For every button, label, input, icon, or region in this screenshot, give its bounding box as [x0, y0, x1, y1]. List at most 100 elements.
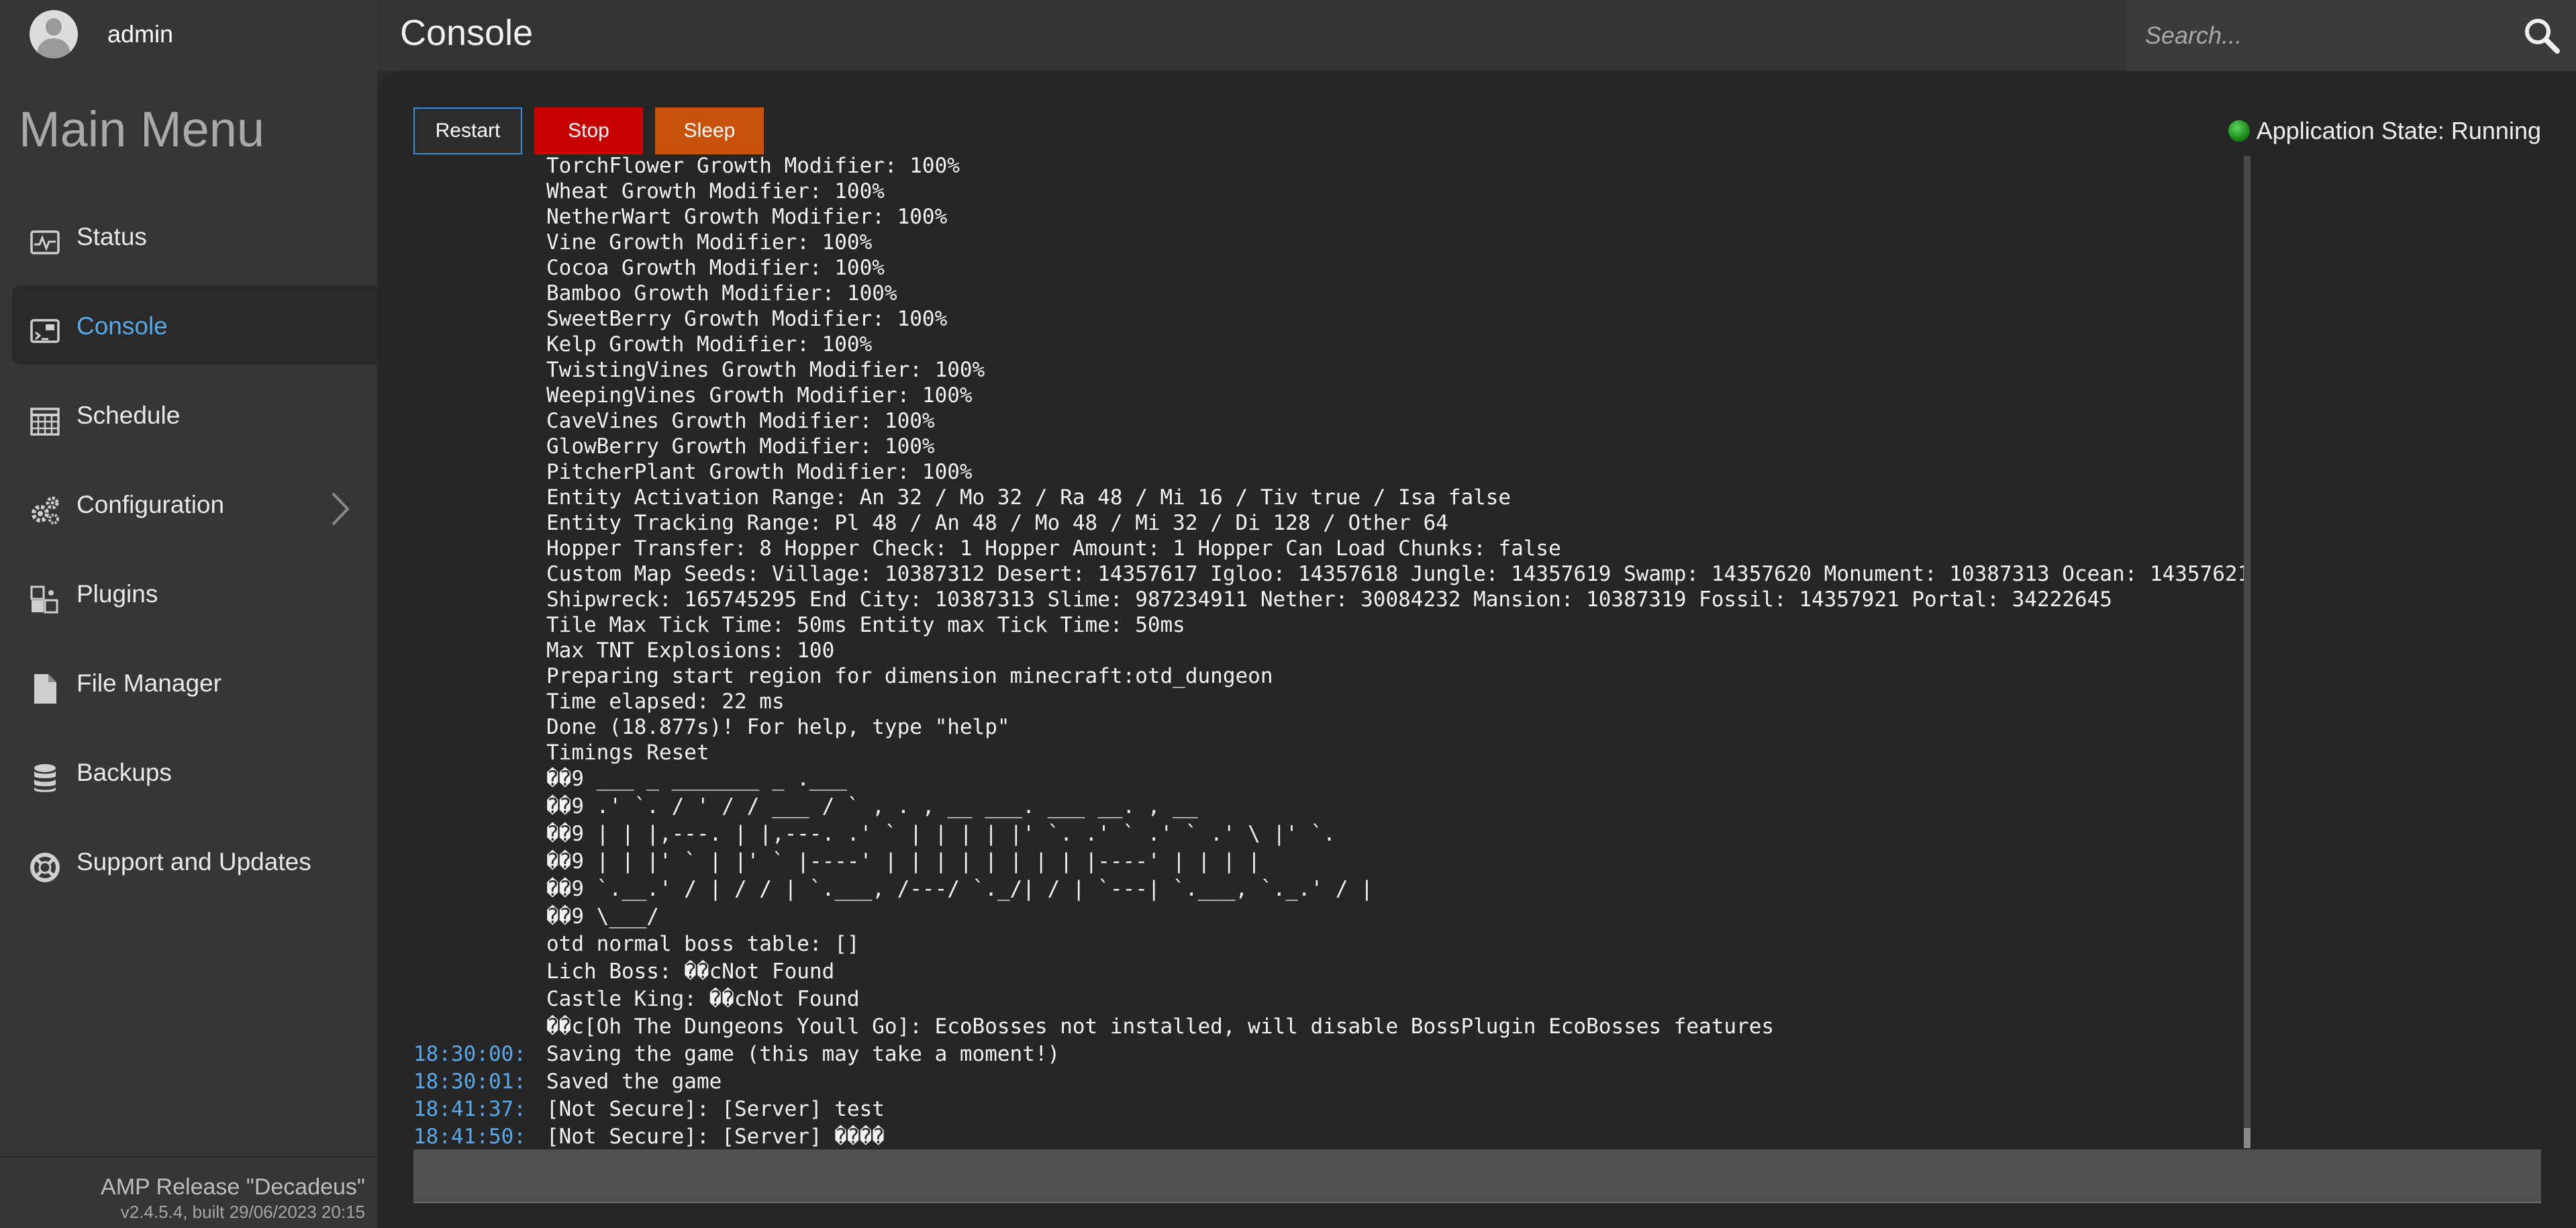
sidebar-item-backups[interactable]: Backups — [12, 732, 377, 811]
console-text: Castle King: ��cNot Found — [546, 987, 860, 1011]
console-timestamp — [413, 820, 546, 848]
console-line: Tile Max Tick Time: 50ms Entity max Tick… — [413, 612, 2246, 638]
console-text: Time elapsed: 22 ms — [546, 690, 785, 714]
search-icon[interactable] — [2522, 16, 2561, 55]
restart-button[interactable]: Restart — [413, 107, 522, 154]
console-text: ��c[Oh The Dungeons Youll Go]: EcoBosses… — [546, 1014, 1775, 1039]
sidebar-item-label: Support and Updates — [77, 848, 311, 876]
sidebar-item-label: Schedule — [77, 402, 181, 429]
console-timestamp — [413, 714, 546, 740]
console-text: Lich Boss: ��cNot Found — [546, 959, 835, 984]
console-text: TorchFlower Growth Modifier: 100% — [546, 154, 960, 178]
console-text: otd normal boss table: [] — [546, 932, 860, 956]
console-text: TwistingVines Growth Modifier: 100% — [546, 358, 985, 382]
console-timestamp — [413, 204, 546, 230]
console-text: ��9 .' `. / ' / / ___ / ` , . , __ ___. … — [546, 794, 1198, 818]
console-text: Timings Reset — [546, 741, 709, 765]
console-line: Cocoa Growth Modifier: 100% — [413, 255, 2246, 281]
sidebar-item-label: Status — [77, 223, 147, 250]
console-timestamp — [413, 281, 546, 306]
console-toolbar: Restart Stop Sleep — [413, 107, 764, 154]
console-line: GlowBerry Growth Modifier: 100% — [413, 434, 2246, 459]
status-dot-icon — [2228, 120, 2250, 142]
console-timestamp — [413, 663, 546, 689]
console-scrollbar[interactable] — [2244, 156, 2250, 1148]
console-text: Tile Max Tick Time: 50ms Entity max Tick… — [546, 613, 1185, 637]
console-timestamp — [413, 931, 546, 958]
console-line: Entity Activation Range: An 32 / Mo 32 /… — [413, 485, 2246, 510]
console-timestamp — [413, 793, 546, 820]
console-command-input[interactable] — [413, 1149, 2541, 1203]
sidebar-item-configuration[interactable]: Configuration — [12, 464, 377, 543]
console-text: ��9 \___/ — [546, 904, 659, 929]
console-timestamp — [413, 230, 546, 255]
console-timestamp — [413, 332, 546, 357]
console-text: ��9 | | |' ` | |' ` |----' | | | | | | |… — [546, 849, 1260, 873]
console-line: ��9 .' `. / ' / / ___ / ` , . , __ ___. … — [413, 793, 2246, 820]
console-timestamp — [413, 740, 546, 765]
page-title: Console — [400, 13, 534, 53]
console-line: Bamboo Growth Modifier: 100% — [413, 281, 2246, 306]
console-line: ��c[Oh The Dungeons Youll Go]: EcoBosses… — [413, 1013, 2246, 1041]
sidebar-item-status[interactable]: Status — [12, 196, 377, 275]
user-block[interactable]: admin — [0, 0, 377, 71]
sidebar-item-console[interactable]: Console — [12, 285, 377, 365]
sidebar-item-label: Configuration — [77, 491, 225, 518]
avatar[interactable] — [30, 10, 78, 58]
console-timestamp — [413, 848, 546, 876]
console-timestamp — [413, 638, 546, 663]
console-timestamp: 18:41:50: — [413, 1125, 526, 1149]
console-timestamp: 18:41:37: — [413, 1097, 526, 1121]
search-input[interactable] — [2145, 19, 2508, 52]
console-text: GlowBerry Growth Modifier: 100% — [546, 434, 935, 459]
console-line: 18:30:01: Saved the game — [413, 1068, 2246, 1096]
console-text: Custom Map Seeds: Village: 10387312 Dese… — [546, 562, 2246, 586]
console-line: 18:30:00: Saving the game (this may take … — [413, 1041, 2246, 1068]
stop-button[interactable]: Stop — [534, 107, 643, 154]
console-timestamp — [413, 536, 546, 561]
sidebar-item-support[interactable]: Support and Updates — [12, 821, 377, 900]
console-line: Vine Growth Modifier: 100% — [413, 230, 2246, 255]
console-timestamp — [413, 179, 546, 204]
sidebar-item-plugins[interactable]: Plugins — [12, 553, 377, 632]
console-text: ��9 | | |,---. | |,---. .' ` | | | | |' … — [546, 822, 1336, 846]
console-timestamp — [413, 459, 546, 485]
file-icon — [28, 672, 62, 706]
sidebar-item-schedule[interactable]: Schedule — [12, 375, 377, 454]
console-log[interactable]: TorchFlower Growth Modifier: 100% Wheat G… — [413, 153, 2246, 1217]
console-line: SweetBerry Growth Modifier: 100% — [413, 306, 2246, 332]
console-text: Entity Tracking Range: Pl 48 / An 48 / M… — [546, 511, 1448, 535]
console-text: Bamboo Growth Modifier: 100% — [546, 281, 897, 305]
console-line: WeepingVines Growth Modifier: 100% — [413, 383, 2246, 408]
console-line: ��9 `.__.' / | / / | `.___, /---/ `._/| … — [413, 876, 2246, 903]
sleep-button[interactable]: Sleep — [655, 107, 764, 154]
console-line: Shipwreck: 165745295 End City: 10387313 … — [413, 587, 2246, 612]
application-state: Application State: Running — [2228, 117, 2541, 145]
console-line: ��9 ___ _ _______ _ .___ — [413, 765, 2246, 793]
username: admin — [107, 20, 174, 48]
console-text: ��9 ___ _ _______ _ .___ — [546, 767, 847, 791]
scrollbar-thumb[interactable] — [2244, 1128, 2250, 1148]
version-info: AMP Release "Decadeus" v2.4.5.4, built 2… — [101, 1174, 365, 1223]
console-timestamp — [413, 689, 546, 714]
console-text: Max TNT Explosions: 100 — [546, 639, 835, 663]
console-timestamp — [413, 485, 546, 510]
sidebar-item-file-manager[interactable]: File Manager — [12, 643, 377, 722]
console-line: NetherWart Growth Modifier: 100% — [413, 204, 2246, 230]
console-text: WeepingVines Growth Modifier: 100% — [546, 383, 973, 408]
console-timestamp — [413, 510, 546, 536]
search-box — [2126, 0, 2576, 71]
console-timestamp — [413, 1013, 546, 1041]
console-text: PitcherPlant Growth Modifier: 100% — [546, 460, 973, 484]
console-text: ��9 `.__.' / | / / | `.___, /---/ `._/| … — [546, 877, 1373, 901]
console-timestamp — [413, 434, 546, 459]
sidebar-item-label: Backups — [77, 759, 172, 786]
sidebar-divider — [0, 1156, 377, 1158]
console-timestamp — [413, 876, 546, 903]
console-text: Done (18.877s)! For help, type "help" — [546, 715, 1010, 739]
gears-icon — [28, 493, 62, 527]
console-timestamp — [413, 612, 546, 638]
console-text: [Not Secure]: [Server] test — [546, 1097, 885, 1121]
console-text: [Not Secure]: [Server] ���� — [546, 1125, 885, 1149]
console-timestamp — [413, 765, 546, 793]
